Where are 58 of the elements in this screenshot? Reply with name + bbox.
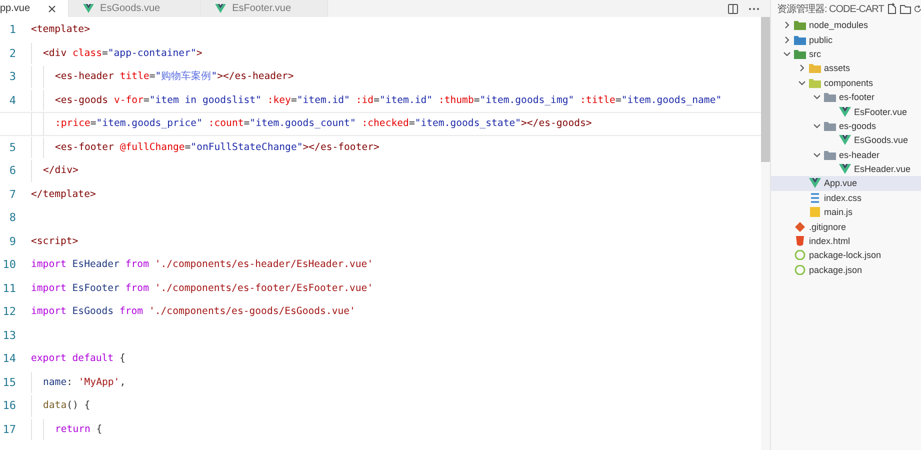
code-line: data() { [43, 400, 90, 412]
code-line: import EsGoods from './components/es-goods/EsGoods.vue' [31, 306, 356, 318]
line-number: 7 [9, 188, 16, 201]
code-line: </div> [43, 165, 78, 176]
tree-item[interactable]: EsFooter.vue [771, 104, 921, 119]
code-line: import EsHeader from './components/es-header/EsHeader.vue' [31, 259, 374, 270]
tree-item[interactable]: assets [771, 61, 921, 76]
tab-label: EsGoods.vue [100, 3, 160, 14]
line-number: 4 [9, 94, 16, 107]
code-line: export default { [31, 353, 126, 364]
code-line: <es-header title="购物车案例"></es-header> [55, 70, 294, 84]
tree-item[interactable]: main.js [771, 205, 921, 220]
explorer-title: 资源管理器: CODE-CART [777, 2, 884, 16]
line-number: 16 [2, 399, 16, 412]
code-line: <template> [31, 24, 90, 36]
code-line: :price="item.goods_price" :count="item.goods_count" :checked="item.goods_state"></es-goods> [55, 118, 592, 130]
code-line: <es-footer @fullChange="onFullStateChange"></es-footer> [55, 142, 380, 153]
editor-tab[interactable]: pp.vue [0, 0, 70, 17]
tree-item[interactable]: components [771, 76, 921, 90]
code-line: <div class="app-container"> [43, 48, 202, 59]
code-line: <es-goods v-for="item in goodslist" :key="item.id" :id="item.id" :thumb="item.goods_img" :title="item.goods_name" [55, 94, 722, 106]
line-number: 13 [2, 328, 16, 342]
tree-item[interactable]: package.json [771, 262, 921, 278]
editor-tab[interactable]: EsGoods.vue [69, 0, 202, 17]
code-line: <script> [31, 236, 78, 247]
tree-item[interactable]: EsHeader.vue [771, 162, 921, 176]
line-number: 5 [9, 140, 16, 154]
line-number: 14 [2, 352, 16, 366]
tree-item[interactable]: src [771, 46, 921, 62]
line-number: 10 [2, 258, 16, 272]
tab-label: EsFooter.vue [232, 3, 291, 14]
tree-item[interactable]: es-goods [771, 118, 921, 134]
tree-item[interactable]: App.vue [771, 176, 921, 191]
line-number: 9 [9, 234, 16, 248]
line-number: 12 [2, 305, 16, 318]
tree-item[interactable]: es-header [771, 148, 921, 162]
code-line: return { [55, 424, 102, 435]
line-number: 11 [2, 282, 16, 295]
line-number: 6 [9, 164, 16, 178]
tree-item[interactable]: index.html [771, 234, 921, 248]
tree-item[interactable]: package-lock.json [771, 248, 921, 263]
code-line: </template> [31, 188, 96, 200]
tree-item[interactable]: .gitignore [771, 219, 921, 234]
code-line: import EsFooter from './components/es-footer/EsFooter.vue' [31, 282, 374, 294]
code-line: name: 'MyApp', [43, 376, 126, 388]
tree-item[interactable]: es-footer [771, 90, 921, 104]
line-number: 3 [9, 70, 16, 84]
tree-item[interactable]: node_modules [771, 18, 921, 32]
tree-item[interactable]: index.css [771, 190, 921, 206]
line-number: 8 [9, 211, 16, 224]
line-number: 17 [2, 422, 16, 436]
line-number: 2 [9, 46, 16, 60]
editor-tab[interactable]: EsFooter.vue [201, 0, 328, 17]
tree-item[interactable]: EsGoods.vue [771, 133, 921, 148]
tree-item[interactable]: public [771, 32, 921, 47]
line-number: 15 [2, 376, 16, 389]
line-number: 1 [9, 23, 16, 36]
tab-label: pp.vue [0, 3, 30, 14]
